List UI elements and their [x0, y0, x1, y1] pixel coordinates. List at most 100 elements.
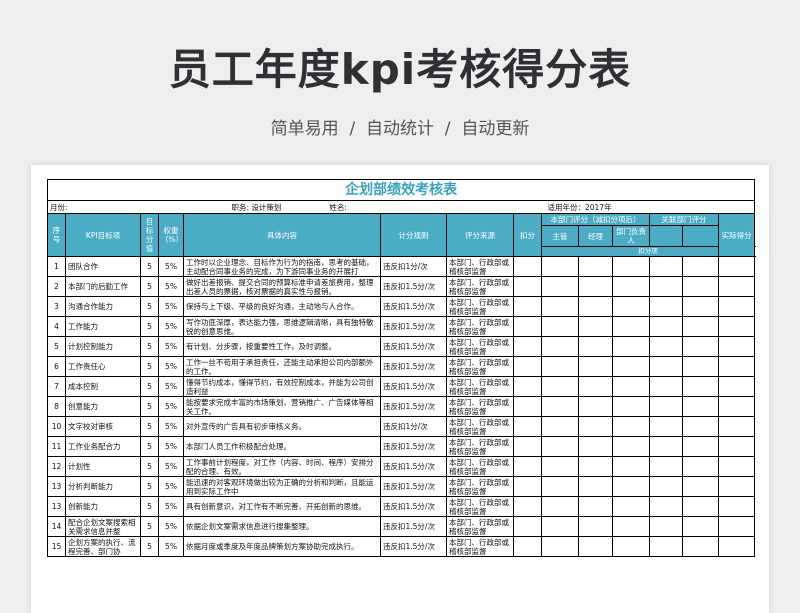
cell-weight: 5%	[158, 336, 184, 357]
cell-empty	[578, 416, 613, 437]
spreadsheet-preview: 企划部绩效考核表 月份: 职务: 设计策划 姓名: 适用年份：2017年 序号 K…	[31, 165, 769, 613]
cell-source: 本部门、行政部或稽核部监督	[446, 516, 514, 537]
table-row: 4 工作能力 5 5% 写作功底深厚，表达能力强，思维逻辑清晰，具有独特敏锐的创意思维。…	[47, 316, 756, 337]
cell-source: 本部门、行政部或稽核部监督	[446, 316, 514, 337]
cell-empty	[649, 396, 683, 417]
cell-content: 工作时以企业理念、目标作为行为的指南，思考的基础，主动配合同事业务的完成，为下游…	[183, 256, 381, 277]
cell-empty	[513, 516, 542, 537]
table-row: 14 配合企划文案搜索相关需求信息并整 5 5% 依据企划文案需求信息进行搜集整理。 违反…	[47, 516, 756, 537]
col-header-dept-group: 本部门评分（减扣分项后）	[541, 213, 650, 226]
cell-no: 4	[47, 316, 66, 337]
cell-empty	[682, 276, 719, 297]
cell-empty	[717, 416, 756, 437]
cell-empty	[578, 476, 613, 497]
cell-target-score: 5	[140, 536, 159, 557]
cell-empty	[541, 456, 579, 477]
table-row: 6 工作责任心 5 5% 工作一丝不苟用于承担责任，还能主动承担公司内部额外的工作。 违反…	[47, 356, 756, 377]
cell-kpi: 工作责任心	[65, 356, 141, 377]
cell-empty	[541, 496, 579, 517]
cell-empty	[541, 416, 579, 437]
cell-empty	[717, 396, 756, 417]
cell-weight: 5%	[158, 396, 184, 417]
cell-kpi: 团队合作	[65, 256, 141, 277]
cell-empty	[612, 516, 650, 537]
cell-empty	[717, 276, 756, 297]
cell-weight: 5%	[158, 436, 184, 457]
cell-empty	[513, 456, 542, 477]
table-row: 7 成本控制 5 5% 懂得节约成本，懂得节约，有效控制成本，并能为公司创造利益 违反扣1…	[47, 376, 756, 397]
cell-empty	[541, 476, 579, 497]
cell-empty	[513, 496, 542, 517]
cell-target-score: 5	[140, 336, 159, 357]
position-label: 职务: 设计策划 姓名:	[183, 200, 381, 214]
cell-empty	[649, 436, 683, 457]
cell-empty	[513, 256, 542, 277]
cell-empty	[513, 296, 542, 317]
cell-empty	[682, 296, 719, 317]
cell-empty	[541, 276, 579, 297]
cell-no: 3	[47, 296, 66, 317]
cell-kpi: 创新能力	[65, 496, 141, 517]
cell-target-score: 5	[140, 416, 159, 437]
cell-content: 做好出差报销、提交合同的预算标准申请差旅费用，整理出差人员的票据，核对票据的真实…	[183, 276, 381, 297]
cell-empty	[717, 476, 756, 497]
cell-empty	[717, 336, 756, 357]
cell-empty	[612, 336, 650, 357]
cell-no: 1	[47, 256, 66, 277]
cell-empty	[541, 256, 579, 277]
cell-kpi: 配合企划文案搜索相关需求信息并整	[65, 516, 141, 537]
cell-no: 7	[47, 376, 66, 397]
cell-weight: 5%	[158, 516, 184, 537]
sheet-title: 企划部绩效考核表	[46, 179, 756, 201]
cell-source: 本部门、行政部或稽核部监督	[446, 496, 514, 517]
cell-empty	[649, 316, 683, 337]
cell-content: 写作功底深厚，表达能力强，思维逻辑清晰，具有独特敏锐的创意思维。	[183, 316, 381, 337]
cell-empty	[513, 416, 542, 437]
col-header-rule: 计分规则	[380, 213, 447, 257]
cell-empty	[612, 536, 650, 557]
month-label: 月份:	[47, 200, 184, 214]
cell-kpi: 本部门的后勤工作	[65, 276, 141, 297]
table-row: 13 分析判断能力 5 5% 能迅速的对客观环境做出较为正确的分析和判断，且能运用到实际…	[47, 476, 756, 497]
cell-rule: 违反扣1.5分/次	[380, 396, 447, 417]
table-row: 1 团队合作 5 5% 工作时以企业理念、目标作为行为的指南，思考的基础，主动配合同事业…	[47, 256, 756, 277]
cell-empty	[578, 316, 613, 337]
cell-empty	[612, 376, 650, 397]
cell-no: 2	[47, 276, 66, 297]
cell-empty	[682, 496, 719, 517]
cell-source: 本部门、行政部或稽核部监督	[446, 456, 514, 477]
cell-empty	[682, 356, 719, 377]
cell-empty	[717, 536, 756, 557]
col-header-supervisor: 主管	[541, 225, 579, 247]
cell-source: 本部门、行政部或稽核部监督	[446, 416, 514, 437]
cell-empty	[717, 516, 756, 537]
table-row: 2 本部门的后勤工作 5 5% 做好出差报销、提交合同的预算标准申请差旅费用，整理出差人…	[47, 276, 756, 297]
cell-source: 本部门、行政部或稽核部监督	[446, 536, 514, 557]
cell-empty	[649, 456, 683, 477]
cell-weight: 5%	[158, 496, 184, 517]
cell-empty	[682, 256, 719, 277]
cell-content: 具有创新意识，对工作有不断完善、开拓创新的思维。	[183, 496, 381, 517]
cell-empty	[682, 436, 719, 457]
cell-empty	[682, 316, 719, 337]
cell-no: 5	[47, 336, 66, 357]
cell-rule: 违反扣1.5分/次	[380, 376, 447, 397]
cell-rule: 违反扣1.5分/次	[380, 276, 447, 297]
cell-rule: 违反扣1.5分/次	[380, 536, 447, 557]
cell-kpi: 计划控制能力	[65, 336, 141, 357]
cell-rule: 违反扣1.5分/次	[380, 296, 447, 317]
cell-target-score: 5	[140, 376, 159, 397]
cell-empty	[541, 436, 579, 457]
cell-rule: 违反扣1.5分/次	[380, 436, 447, 457]
cell-empty	[513, 316, 542, 337]
cell-empty	[649, 356, 683, 377]
cell-empty	[541, 516, 579, 537]
cell-empty	[541, 296, 579, 317]
cell-content: 能迅速的对客观环境做出较为正确的分析和判断，且能运用到实际工作中	[183, 476, 381, 497]
cell-empty	[649, 476, 683, 497]
cell-rule: 违反扣1.5分/次	[380, 356, 447, 377]
year-label: 适用年份：2017年	[541, 200, 756, 214]
cell-rule: 违反扣1.5分/次	[380, 316, 447, 337]
cell-rule: 违反扣1分/次	[380, 416, 447, 437]
cell-empty	[649, 536, 683, 557]
